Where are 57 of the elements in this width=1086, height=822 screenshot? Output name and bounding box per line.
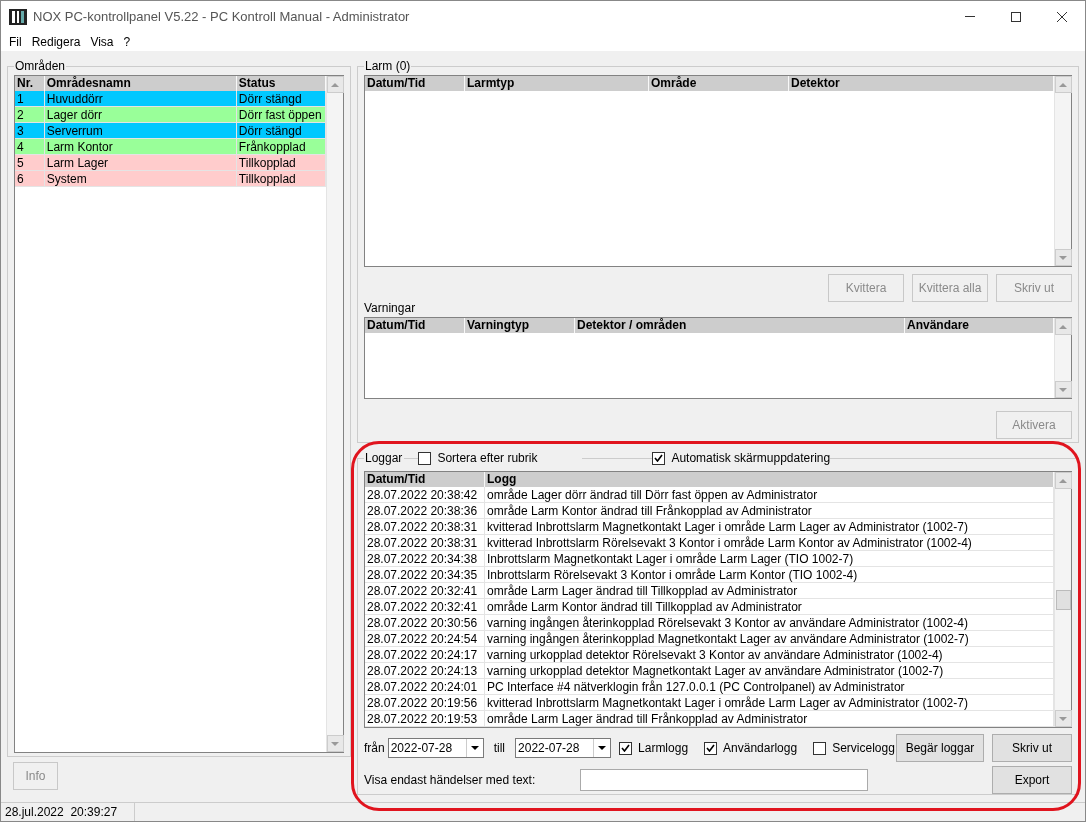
column-header[interactable]: Datum/Tid — [365, 318, 465, 333]
table-cell: 28.07.2022 20:19:56 — [365, 695, 485, 710]
table-cell: 28.07.2022 20:38:36 — [365, 503, 485, 518]
table-cell: 28.07.2022 20:34:38 — [365, 551, 485, 566]
table-cell: Huvuddörr — [44, 91, 237, 106]
table-cell: 28.07.2022 20:19:53 — [365, 711, 485, 726]
table-cell: 3 — [15, 123, 45, 138]
menu-item[interactable]: Visa — [86, 33, 118, 51]
column-header[interactable]: Larmtyp — [465, 76, 649, 91]
section-title: Varningar — [364, 300, 417, 317]
group-title: Loggar — [364, 450, 404, 467]
filter-label: Visa endast händelser med text: — [364, 772, 536, 789]
table-cell: 28.07.2022 20:32:41 — [365, 583, 485, 598]
table-cell: 28.07.2022 20:38:42 — [365, 487, 485, 502]
status-datetime: 28.jul.2022 20:39:27 — [1, 803, 135, 821]
table-cell: Larm Lager — [44, 155, 237, 170]
menu-item[interactable]: Redigera — [27, 33, 85, 51]
action-button[interactable]: Skriv ut — [992, 734, 1072, 762]
group-title: Områden — [14, 58, 67, 75]
group-title: Larm (0) — [364, 58, 412, 75]
table-cell: 28.07.2022 20:32:41 — [365, 599, 485, 614]
table-cell: 6 — [15, 171, 45, 186]
table-cell: 28.07.2022 20:34:35 — [365, 567, 485, 582]
menu-item[interactable]: ? — [119, 33, 135, 51]
table-cell: 4 — [15, 139, 45, 154]
column-header[interactable]: Datum/Tid — [365, 76, 465, 91]
table-cell: System — [44, 171, 237, 186]
checkbox-label[interactable]: Användarlogg — [717, 739, 798, 757]
window-title: NOX PC-kontrollpanel V5.22 - PC Kontroll Manual - Administrator — [33, 8, 410, 27]
table-cell: Larm Kontor — [44, 139, 237, 154]
table-cell: 5 — [15, 155, 45, 170]
column-header[interactable]: Datum/Tid — [365, 472, 485, 487]
table-cell: 28.07.2022 20:30:56 — [365, 615, 485, 630]
from-label: från — [364, 740, 385, 757]
table-cell: 28.07.2022 20:24:17 — [365, 647, 485, 662]
action-button[interactable]: Export — [992, 766, 1072, 794]
date-dropdown[interactable]: 2022-07-28 — [515, 738, 612, 758]
table-cell: 28.07.2022 20:38:31 — [365, 519, 485, 534]
table-cell: 28.07.2022 20:24:01 — [365, 679, 485, 694]
checkbox-label[interactable]: Automatisk skärmuppdatering — [665, 449, 831, 467]
date-dropdown[interactable]: 2022-07-28 — [387, 738, 484, 758]
table-cell: 28.07.2022 20:38:31 — [365, 535, 485, 550]
column-header[interactable]: Varningtyp — [465, 318, 575, 333]
checkbox-label[interactable]: Sortera efter rubrik — [431, 449, 538, 467]
action-button[interactable]: Begär loggar — [896, 734, 984, 762]
table-cell: 1 — [15, 91, 45, 106]
table-cell: Serverrum — [44, 123, 237, 138]
table-cell: 28.07.2022 20:24:54 — [365, 631, 485, 646]
column-header[interactable]: Område — [649, 76, 789, 91]
to-label: till — [493, 740, 506, 757]
table-cell: 28.07.2022 20:24:13 — [365, 663, 485, 678]
checkbox-label[interactable]: Servicelogg — [826, 739, 895, 757]
column-header[interactable]: Detektor / områden — [575, 318, 905, 333]
menu-item[interactable]: Fil — [5, 33, 26, 51]
table-cell: 2 — [15, 107, 45, 122]
checkbox-label[interactable]: Larmlogg — [632, 739, 689, 757]
table-cell: Lager dörr — [44, 107, 237, 122]
